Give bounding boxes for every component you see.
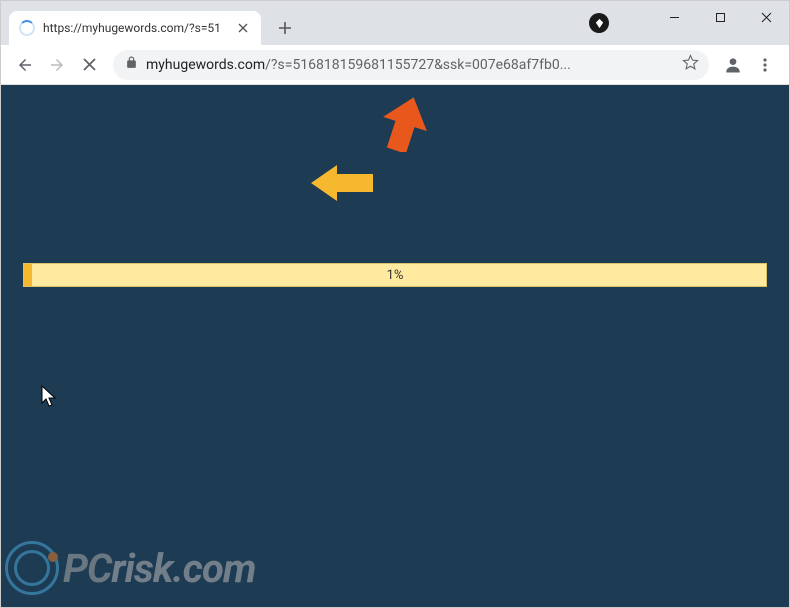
menu-button[interactable] <box>749 49 781 81</box>
watermark-text: PCrisk.com <box>63 545 256 592</box>
maximize-button[interactable] <box>697 1 743 33</box>
stop-reload-button[interactable] <box>73 49 105 81</box>
extension-shield-icon[interactable] <box>589 13 609 33</box>
minimize-button[interactable] <box>651 1 697 33</box>
url-domain: myhugewords.com <box>146 57 265 73</box>
progress-bar-fill <box>24 264 32 286</box>
window-controls <box>651 1 789 33</box>
watermark-logo-icon <box>5 541 59 595</box>
forward-button[interactable] <box>41 49 73 81</box>
mouse-cursor-icon <box>41 385 59 413</box>
loading-spinner-icon <box>19 20 35 36</box>
address-bar[interactable]: myhugewords.com/?s=516818159681155727&ss… <box>113 50 709 80</box>
window-titlebar: https://myhugewords.com/?s=51 <box>1 1 789 45</box>
browser-tab[interactable]: https://myhugewords.com/?s=51 <box>9 11 261 45</box>
progress-bar: 1% <box>23 263 767 287</box>
page-content: 1% PCrisk.com <box>1 85 789 607</box>
back-button[interactable] <box>9 49 41 81</box>
url-path: /?s=516818159681155727&ssk=007e68af7fb0.… <box>265 57 571 73</box>
close-window-button[interactable] <box>743 1 789 33</box>
bookmark-star-icon[interactable] <box>682 54 699 75</box>
tab-title: https://myhugewords.com/?s=51 <box>43 21 229 35</box>
lock-icon <box>125 56 138 73</box>
profile-button[interactable] <box>717 49 749 81</box>
new-tab-button[interactable] <box>271 14 299 42</box>
browser-toolbar: myhugewords.com/?s=516818159681155727&ss… <box>1 45 789 85</box>
watermark: PCrisk.com <box>5 541 256 595</box>
tab-close-button[interactable] <box>235 20 251 36</box>
annotation-arrow-left-icon <box>311 165 373 205</box>
annotation-arrow-up-icon <box>382 96 428 156</box>
progress-bar-text: 1% <box>387 268 404 283</box>
